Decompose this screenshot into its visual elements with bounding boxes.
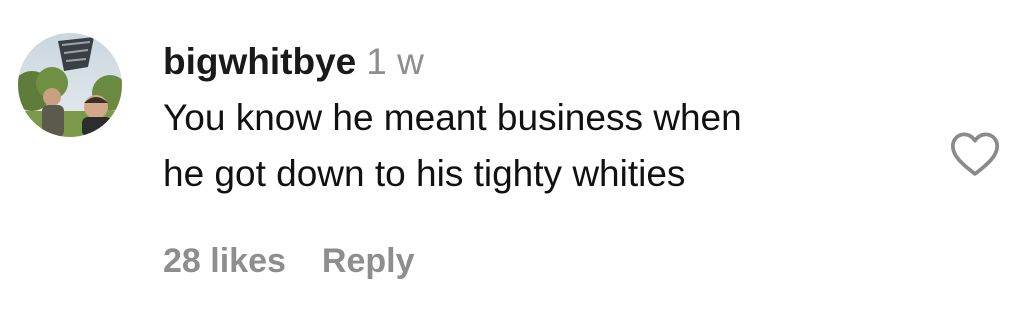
likes-count[interactable]: 28 likes	[163, 242, 286, 280]
comment-actions: 28 likes Reply	[163, 242, 414, 281]
comment-text: You know he meant business when he got d…	[163, 90, 923, 202]
comment-text-line-2: he got down to his tighty whities	[163, 153, 686, 194]
comment-body: bigwhitbye 1 w You know he meant business…	[163, 36, 923, 202]
heart-outline-icon[interactable]	[947, 126, 1003, 182]
comment: bigwhitbye 1 w You know he meant business…	[0, 0, 1024, 314]
avatar[interactable]	[18, 33, 122, 137]
username-link[interactable]: bigwhitbye	[163, 41, 356, 82]
comment-text-line-1: You know he meant business when	[163, 97, 742, 138]
timestamp: 1 w	[366, 41, 424, 82]
avatar-photo	[18, 33, 122, 137]
reply-button[interactable]: Reply	[322, 242, 415, 280]
comment-header: bigwhitbye 1 w	[163, 36, 923, 88]
